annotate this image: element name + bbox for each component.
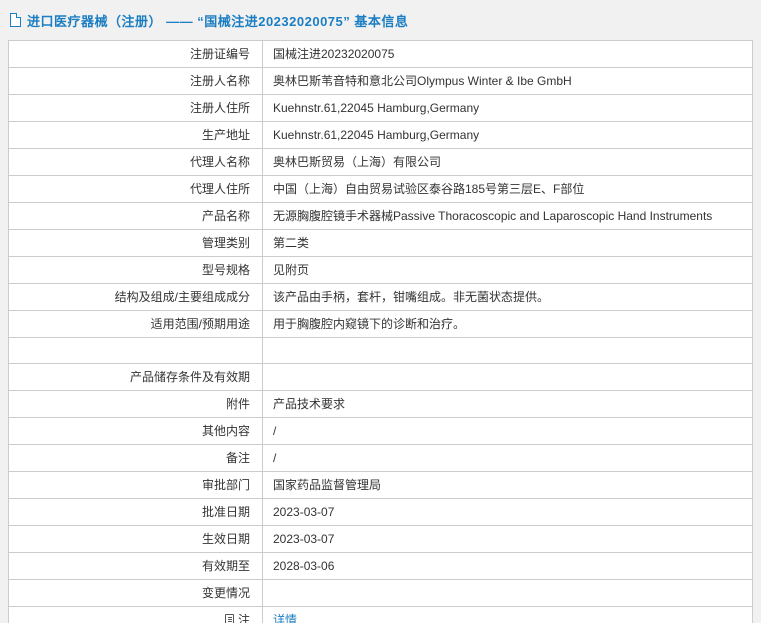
row-label: 注: [9, 607, 263, 623]
row-value: /: [263, 418, 752, 444]
row-value: Kuehnstr.61,22045 Hamburg,Germany: [263, 95, 752, 121]
row-label: 审批部门: [9, 472, 263, 498]
table-row: 产品储存条件及有效期: [9, 364, 752, 391]
row-value: 见附页: [263, 257, 752, 283]
table-row: 注 详情: [9, 607, 752, 623]
table-row: 生产地址Kuehnstr.61,22045 Hamburg,Germany: [9, 122, 752, 149]
row-value: 无源胸腹腔镜手术器械Passive Thoracoscopic and Lapa…: [263, 203, 752, 229]
row-value: 奥林巴斯苇音特和意北公司Olympus Winter & Ibe GmbH: [263, 68, 752, 94]
row-label: 型号规格: [9, 257, 263, 283]
row-value: 详情: [263, 607, 752, 623]
row-value: [263, 364, 752, 390]
table-row: 变更情况: [9, 580, 752, 607]
row-value: Kuehnstr.61,22045 Hamburg,Germany: [263, 122, 752, 148]
row-label: 变更情况: [9, 580, 263, 606]
row-label: 结构及组成/主要组成成分: [9, 284, 263, 310]
document-icon: [10, 13, 21, 27]
row-value: 2023-03-07: [263, 526, 752, 552]
row-value: [263, 338, 752, 363]
row-label: 产品储存条件及有效期: [9, 364, 263, 390]
row-label: 注册人名称: [9, 68, 263, 94]
row-value: 该产品由手柄，套杆，钳嘴组成。非无菌状态提供。: [263, 284, 752, 310]
row-label: 注册证编号: [9, 41, 263, 67]
table-row: 适用范围/预期用途用于胸腹腔内窥镜下的诊断和治疗。: [9, 311, 752, 338]
row-label: 代理人住所: [9, 176, 263, 202]
row-label-text: 注: [238, 613, 250, 623]
table-row: 审批部门国家药品监督管理局: [9, 472, 752, 499]
row-label: 批准日期: [9, 499, 263, 525]
row-label: 附件: [9, 391, 263, 417]
table-row: 管理类别第二类: [9, 230, 752, 257]
info-table: 注册证编号国械注进20232020075注册人名称奥林巴斯苇音特和意北公司Oly…: [8, 40, 753, 623]
table-row: 产品名称无源胸腹腔镜手术器械Passive Thoracoscopic and …: [9, 203, 752, 230]
row-label: 有效期至: [9, 553, 263, 579]
row-value: /: [263, 445, 752, 471]
note-icon: [225, 614, 234, 623]
table-row: 结构及组成/主要组成成分该产品由手柄，套杆，钳嘴组成。非无菌状态提供。: [9, 284, 752, 311]
row-label: 其他内容: [9, 418, 263, 444]
table-row: 注册人住所Kuehnstr.61,22045 Hamburg,Germany: [9, 95, 752, 122]
table-row: 型号规格见附页: [9, 257, 752, 284]
table-row: 代理人住所中国（上海）自由贸易试验区泰谷路185号第三层E、F部位: [9, 176, 752, 203]
table-row: [9, 338, 752, 364]
table-row: 生效日期2023-03-07: [9, 526, 752, 553]
row-label: 生产地址: [9, 122, 263, 148]
table-row: 其他内容/: [9, 418, 752, 445]
row-label: 代理人名称: [9, 149, 263, 175]
table-row: 注册人名称奥林巴斯苇音特和意北公司Olympus Winter & Ibe Gm…: [9, 68, 752, 95]
details-link[interactable]: 详情: [273, 613, 297, 623]
row-value: 用于胸腹腔内窥镜下的诊断和治疗。: [263, 311, 752, 337]
table-row: 附件产品技术要求: [9, 391, 752, 418]
row-value: 国家药品监督管理局: [263, 472, 752, 498]
row-label: [9, 338, 263, 363]
row-value: 产品技术要求: [263, 391, 752, 417]
row-value: 国械注进20232020075: [263, 41, 752, 67]
row-label: 备注: [9, 445, 263, 471]
table-row: 批准日期2023-03-07: [9, 499, 752, 526]
table-row: 代理人名称奥林巴斯贸易（上海）有限公司: [9, 149, 752, 176]
table-row: 注册证编号国械注进20232020075: [9, 41, 752, 68]
row-label: 注册人住所: [9, 95, 263, 121]
row-label: 适用范围/预期用途: [9, 311, 263, 337]
row-label: 产品名称: [9, 203, 263, 229]
row-value: 中国（上海）自由贸易试验区泰谷路185号第三层E、F部位: [263, 176, 752, 202]
row-label: 生效日期: [9, 526, 263, 552]
row-value: 第二类: [263, 230, 752, 256]
row-label: 管理类别: [9, 230, 263, 256]
page-header: 进口医疗器械（注册） —— “国械注进20232020075” 基本信息: [0, 0, 761, 40]
table-row: 有效期至2028-03-06: [9, 553, 752, 580]
table-row: 备注/: [9, 445, 752, 472]
row-value: 2028-03-06: [263, 553, 752, 579]
row-value: 2023-03-07: [263, 499, 752, 525]
row-value: 奥林巴斯贸易（上海）有限公司: [263, 149, 752, 175]
page-title: 进口医疗器械（注册） —— “国械注进20232020075” 基本信息: [27, 11, 408, 30]
row-value: [263, 580, 752, 606]
